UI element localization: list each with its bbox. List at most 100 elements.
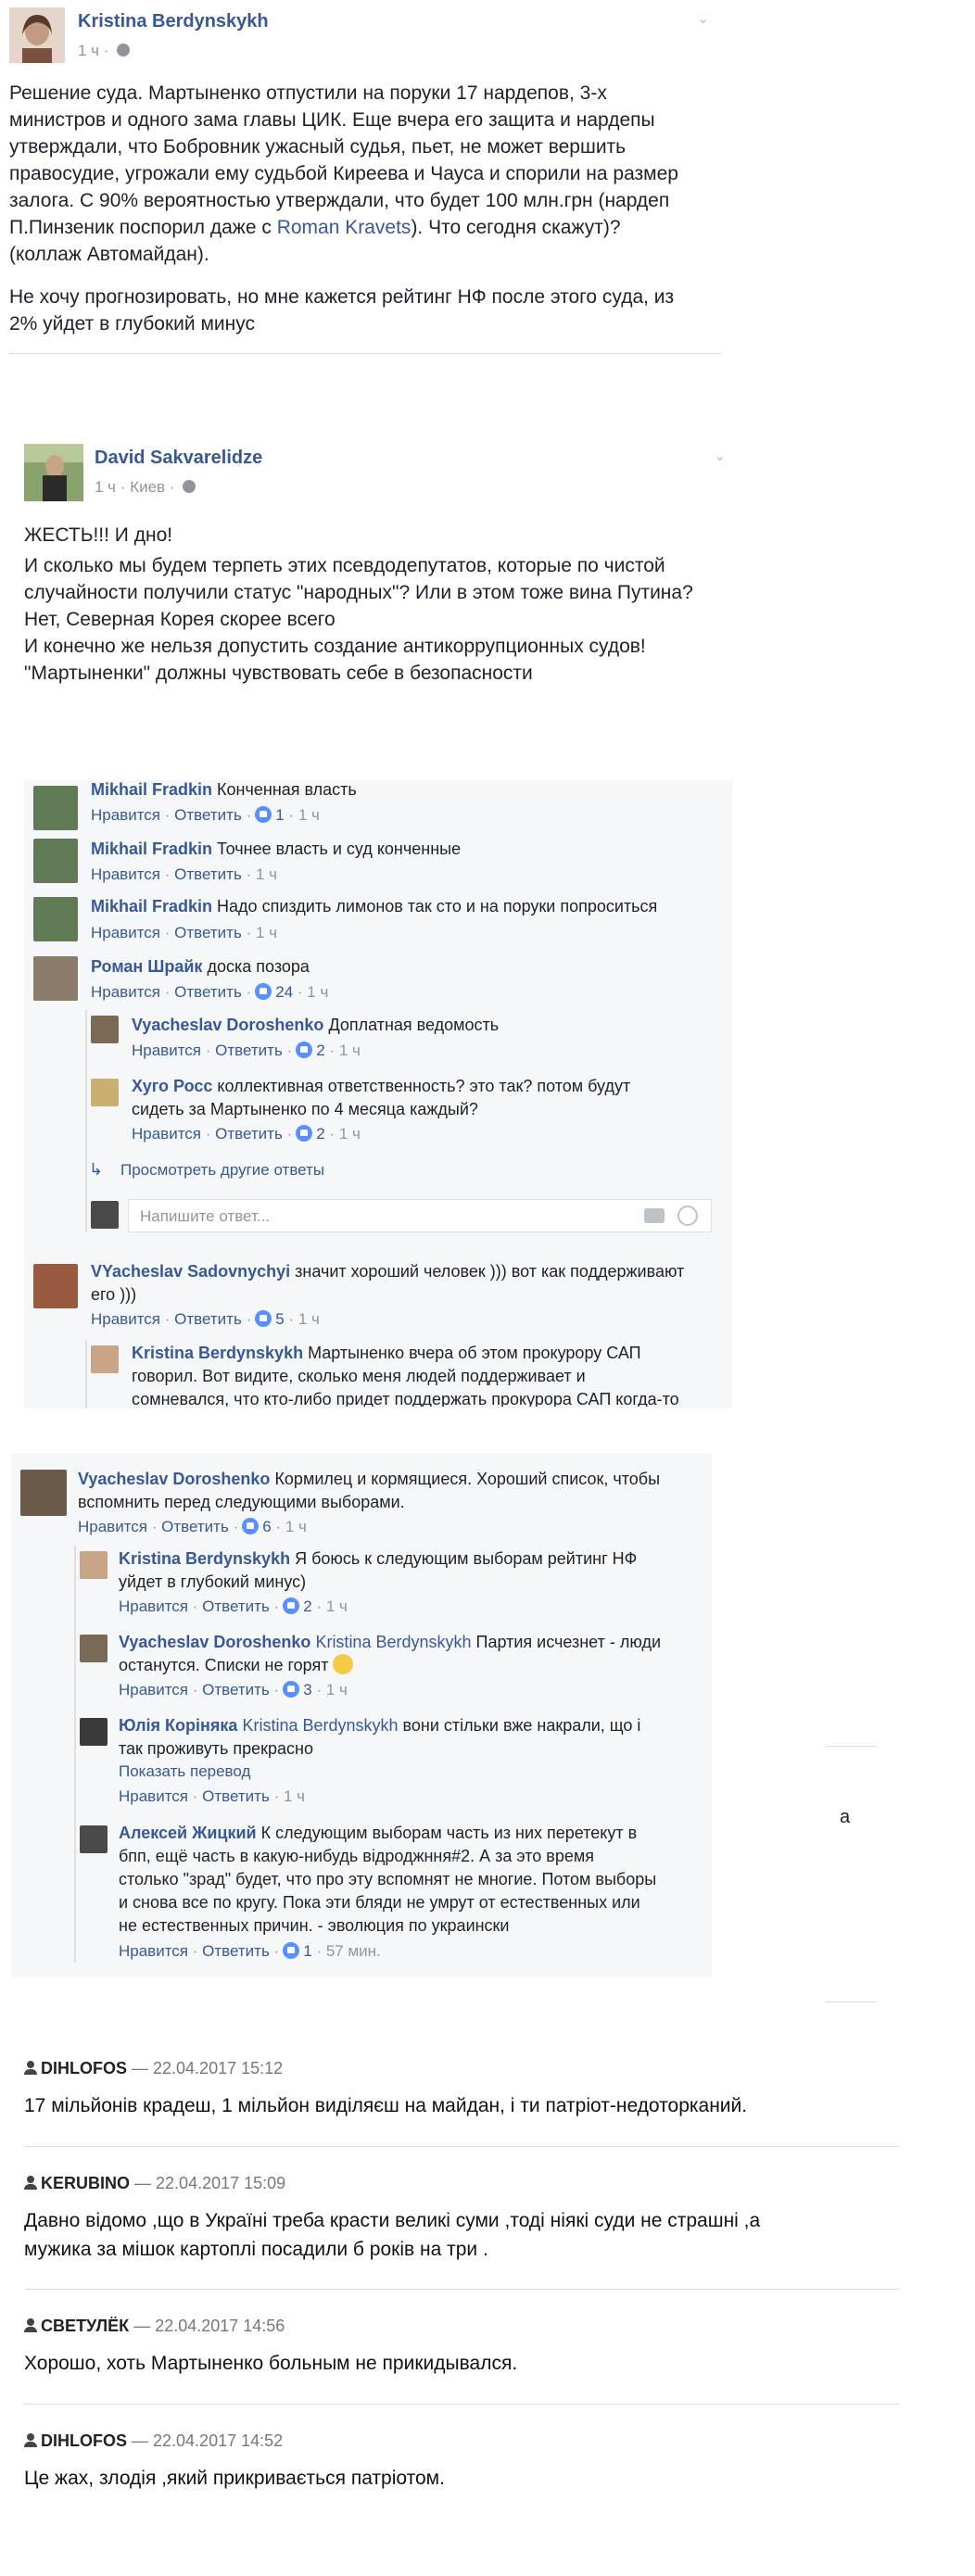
like-button[interactable]: Нравится: [91, 806, 160, 824]
comment-author[interactable]: Хуго Росс: [132, 1077, 212, 1095]
reply-button[interactable]: Ответить: [161, 1518, 229, 1535]
reply-button[interactable]: Ответить: [174, 865, 242, 883]
profile-photo: [24, 444, 83, 501]
comment-author[interactable]: Алексей Жицкий: [119, 1824, 257, 1842]
avatar[interactable]: [80, 1718, 108, 1746]
chevron-down-icon[interactable]: ⌄: [697, 9, 709, 28]
post-author[interactable]: David Sakvarelidze: [95, 448, 262, 469]
like-count[interactable]: 3: [303, 1681, 311, 1698]
comment-time[interactable]: 1 ч: [326, 1597, 348, 1615]
comment-author[interactable]: Kristina Berdynskykh: [132, 1344, 303, 1362]
avatar[interactable]: [33, 897, 78, 941]
reply-button[interactable]: Ответить: [174, 983, 242, 1001]
like-button[interactable]: Нравится: [91, 983, 160, 1001]
like-count[interactable]: 2: [303, 1597, 311, 1615]
comment-time[interactable]: 1 ч: [339, 1042, 361, 1059]
reply: Kristina Berdynskykh Я боюсь к следующим…: [119, 1549, 638, 1591]
avatar[interactable]: [33, 1264, 78, 1308]
like-count[interactable]: 6: [262, 1518, 271, 1535]
reply-button[interactable]: Ответить: [174, 924, 242, 941]
comment-time[interactable]: 1 ч: [339, 1125, 361, 1143]
comment-time[interactable]: 1 ч: [256, 865, 277, 883]
avatar[interactable]: [33, 786, 78, 830]
like-count[interactable]: 5: [275, 1310, 284, 1328]
reply-button[interactable]: Ответить: [202, 1942, 270, 1960]
avatar[interactable]: [9, 7, 65, 63]
avatar[interactable]: [33, 956, 78, 1001]
post-author[interactable]: Kristina Berdynskykh: [78, 11, 269, 32]
comment-user[interactable]: DIHLOFOS: [41, 2059, 127, 2077]
comment-time[interactable]: 1 ч: [298, 806, 320, 824]
reply-button[interactable]: Ответить: [174, 1310, 242, 1328]
comment-author[interactable]: Mikhail Fradkin: [91, 897, 212, 915]
comment-time[interactable]: 1 ч: [307, 983, 328, 1001]
post-time[interactable]: 1 ч: [78, 42, 99, 59]
comment-author[interactable]: Vyacheslav Doroshenko: [78, 1470, 270, 1488]
avatar[interactable]: [91, 1079, 119, 1106]
like-button[interactable]: Нравится: [132, 1042, 201, 1059]
comment-author[interactable]: Mikhail Fradkin: [91, 840, 212, 858]
reply-button[interactable]: Ответить: [215, 1042, 283, 1059]
avatar[interactable]: [24, 444, 83, 501]
camera-icon[interactable]: [644, 1208, 665, 1223]
comment-user[interactable]: DIHLOFOS: [41, 2431, 127, 2450]
comment-author[interactable]: Kristina Berdynskykh: [119, 1549, 290, 1568]
reply-button[interactable]: Ответить: [202, 1787, 270, 1805]
like-icon: [242, 1518, 260, 1534]
reply: Kristina Berdynskykh Мартыненко вчера об…: [132, 1344, 679, 1407]
post-time[interactable]: 1 ч: [95, 478, 116, 496]
like-button[interactable]: Нравится: [91, 865, 160, 883]
comment-time[interactable]: 57 мин.: [326, 1942, 381, 1960]
comment-time[interactable]: 1 ч: [298, 1310, 320, 1328]
more-replies-link[interactable]: Просмотреть другие ответы: [120, 1161, 324, 1180]
avatar[interactable]: [80, 1551, 108, 1579]
avatar[interactable]: [20, 1470, 67, 1516]
avatar[interactable]: [33, 839, 78, 883]
reply-button[interactable]: Ответить: [174, 806, 242, 824]
avatar[interactable]: [80, 1825, 108, 1853]
like-count[interactable]: 2: [316, 1125, 324, 1143]
comment: Mikhail Fradkin Точнее власть и суд конч…: [91, 840, 462, 858]
comment-time[interactable]: 1 ч: [256, 924, 277, 941]
like-count[interactable]: 1: [275, 806, 284, 824]
like-button[interactable]: Нравится: [91, 1310, 160, 1328]
post-location[interactable]: Киев: [130, 478, 165, 496]
comment-author[interactable]: Юлія Коріняка: [119, 1716, 237, 1735]
mention-link[interactable]: Kristina Berdynskykh: [315, 1633, 471, 1651]
avatar[interactable]: [91, 1201, 119, 1229]
mention-link[interactable]: Roman Kravets: [277, 217, 412, 238]
reply-button[interactable]: Ответить: [215, 1125, 283, 1143]
avatar[interactable]: [80, 1635, 108, 1662]
like-count[interactable]: 24: [275, 983, 293, 1001]
like-button[interactable]: Нравится: [91, 924, 160, 941]
reply: Юлія Коріняка Kristina Berdynskykh вони …: [119, 1716, 641, 1758]
comment-time[interactable]: 1 ч: [326, 1681, 348, 1698]
like-button[interactable]: Нравится: [132, 1125, 201, 1143]
comment-time[interactable]: 1 ч: [284, 1787, 305, 1805]
comment-user[interactable]: СВЕТУЛЁК: [41, 2317, 129, 2335]
avatar[interactable]: [91, 1345, 119, 1373]
like-button[interactable]: Нравится: [119, 1942, 188, 1960]
comment-author[interactable]: Mikhail Fradkin: [91, 780, 212, 799]
comment-author[interactable]: Vyacheslav Doroshenko: [119, 1633, 310, 1651]
like-button[interactable]: Нравится: [119, 1597, 188, 1615]
like-button[interactable]: Нравится: [78, 1518, 147, 1535]
post-text-2: Не хочу прогнозировать, но мне кажется р…: [9, 286, 675, 335]
translate-link[interactable]: Показать перевод: [119, 1762, 250, 1781]
comment-user[interactable]: KERUBINO: [41, 2174, 130, 2192]
avatar[interactable]: [91, 1016, 119, 1043]
emoji-icon[interactable]: [677, 1206, 698, 1226]
mention-link[interactable]: Kristina Berdynskykh: [242, 1716, 398, 1735]
comment-author[interactable]: Роман Шрайк: [91, 957, 202, 976]
reply-button[interactable]: Ответить: [202, 1597, 270, 1615]
like-count[interactable]: 1: [303, 1942, 311, 1960]
comment-time[interactable]: 1 ч: [285, 1518, 307, 1535]
reply-input[interactable]: Напишите ответ...: [128, 1199, 712, 1232]
reply-button[interactable]: Ответить: [202, 1681, 270, 1698]
comment-author[interactable]: Vyacheslav Doroshenko: [132, 1016, 323, 1034]
chevron-down-icon[interactable]: ⌄: [714, 447, 726, 465]
comment-author[interactable]: VYacheslav Sadovnychyi: [91, 1262, 290, 1281]
like-button[interactable]: Нравится: [119, 1681, 188, 1698]
like-button[interactable]: Нравится: [119, 1787, 188, 1805]
like-count[interactable]: 2: [316, 1042, 324, 1059]
